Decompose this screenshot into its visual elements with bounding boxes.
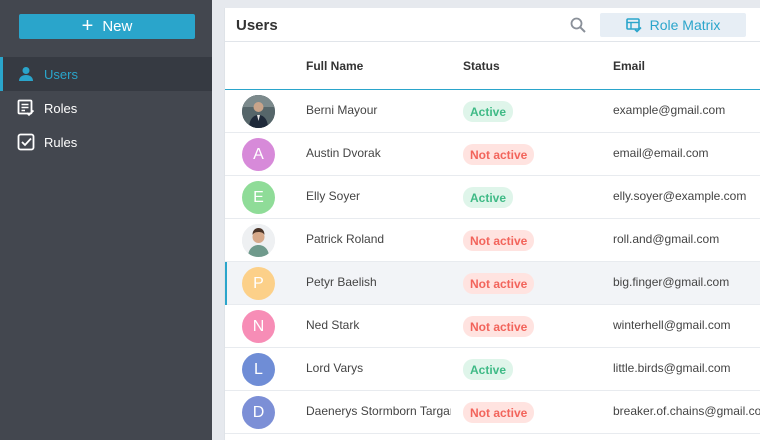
status-badge: Not active xyxy=(463,402,535,423)
role-matrix-button[interactable]: Role Matrix xyxy=(600,13,746,37)
sidebar-item-users[interactable]: Users xyxy=(0,57,212,91)
role-matrix-label: Role Matrix xyxy=(649,17,721,33)
sidebar-item-rules[interactable]: Rules xyxy=(0,125,212,159)
table-row[interactable]: P Petyr Baelish Not active big.finger@gm… xyxy=(225,262,760,305)
table-row[interactable]: Patrick Roland Not active roll.and@gmail… xyxy=(225,219,760,262)
user-full-name: Berni Mayour xyxy=(306,103,378,117)
user-email: email@email.com xyxy=(613,146,709,160)
user-email: big.finger@gmail.com xyxy=(613,275,730,289)
column-header-status[interactable]: Status xyxy=(463,59,500,73)
table-row[interactable]: L Lord Varys Active little.birds@gmail.c… xyxy=(225,348,760,391)
table-row[interactable]: N Ned Stark Not active winterhell@gmail.… xyxy=(225,305,760,348)
user-email: elly.soyer@example.com xyxy=(613,189,747,203)
sidebar-item-label: Roles xyxy=(44,100,78,116)
column-header-email[interactable]: Email xyxy=(613,59,645,73)
user-email: roll.and@gmail.com xyxy=(613,232,720,246)
search-icon[interactable] xyxy=(569,16,587,34)
table-row[interactable]: A Austin Dvorak Not active email@email.c… xyxy=(225,133,760,176)
avatar: P xyxy=(242,267,275,300)
status-badge: Active xyxy=(463,101,514,122)
user-full-name: Patrick Roland xyxy=(306,232,385,246)
user-icon xyxy=(16,64,36,84)
new-button[interactable]: + New xyxy=(19,14,195,39)
status-badge: Not active xyxy=(463,273,535,294)
avatar: A xyxy=(242,138,275,171)
user-full-name: Austin Dvorak xyxy=(306,146,381,160)
user-full-name: Lord Varys xyxy=(306,361,364,375)
status-badge: Not active xyxy=(463,316,535,337)
new-button-label: New xyxy=(102,18,133,35)
status-badge: Not active xyxy=(463,144,535,165)
table-body: Berni Mayour Active example@gmail.com A … xyxy=(225,90,760,434)
table-check-icon xyxy=(625,17,642,33)
status-badge: Active xyxy=(463,187,514,208)
page-title: Users xyxy=(236,17,278,34)
avatar: E xyxy=(242,181,275,214)
table-row[interactable]: D Daenerys Stormborn Targaryen Not activ… xyxy=(225,391,760,434)
status-badge: Active xyxy=(463,359,514,380)
user-full-name: Daenerys Stormborn Targaryen xyxy=(306,404,451,418)
sidebar-item-label: Users xyxy=(44,66,78,82)
roles-list-icon xyxy=(16,98,36,118)
plus-icon: + xyxy=(81,14,94,37)
column-header-full-name[interactable]: Full Name xyxy=(306,59,363,73)
table-row[interactable]: Berni Mayour Active example@gmail.com xyxy=(225,90,760,133)
toolbar: Users Role Matrix xyxy=(225,8,760,42)
user-email: little.birds@gmail.com xyxy=(613,361,731,375)
rules-check-icon xyxy=(16,132,36,152)
avatar xyxy=(242,95,275,128)
user-full-name: Petyr Baelish xyxy=(306,275,377,289)
users-panel: Users Role Matrix Full Name Status Email… xyxy=(224,8,760,440)
sidebar-nav: Users Roles Rules xyxy=(0,57,212,159)
user-full-name: Ned Stark xyxy=(306,318,360,332)
avatar: N xyxy=(242,310,275,343)
table-row[interactable]: E Elly Soyer Active elly.soyer@example.c… xyxy=(225,176,760,219)
user-email: example@gmail.com xyxy=(613,103,726,117)
user-email: breaker.of.chains@gmail.com xyxy=(613,404,760,418)
sidebar-item-roles[interactable]: Roles xyxy=(0,91,212,125)
status-badge: Not active xyxy=(463,230,535,251)
user-email: winterhell@gmail.com xyxy=(613,318,731,332)
sidebar-item-label: Rules xyxy=(44,134,78,150)
table-header: Full Name Status Email xyxy=(225,42,760,90)
user-full-name: Elly Soyer xyxy=(306,189,361,203)
sidebar: + New Users Roles Rules xyxy=(0,0,212,440)
avatar: D xyxy=(242,396,275,429)
avatar xyxy=(242,224,275,257)
avatar: L xyxy=(242,353,275,386)
